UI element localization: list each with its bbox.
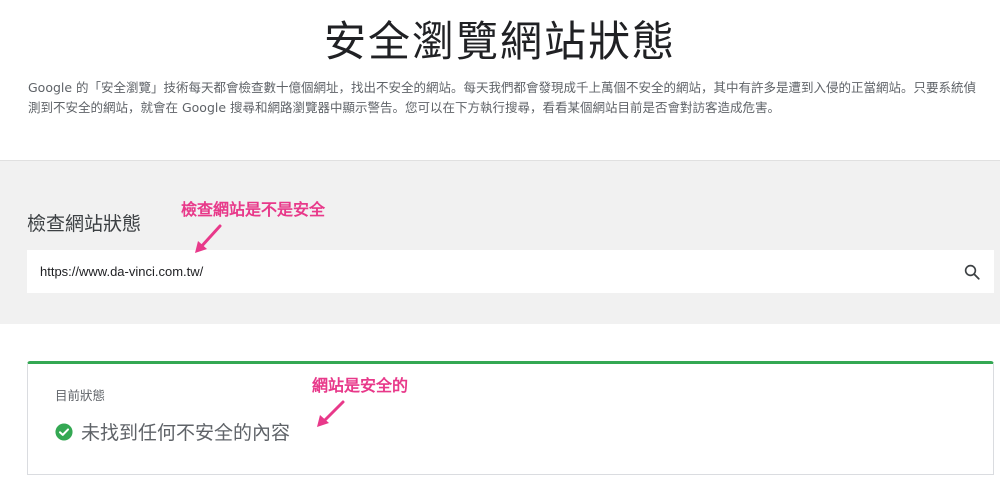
url-search-input[interactable] — [27, 250, 950, 293]
search-button[interactable] — [950, 250, 994, 293]
page-title: 安全瀏覽網站狀態 — [323, 17, 676, 66]
annotation-arrow-icon — [195, 224, 222, 253]
check-site-heading: 檢查網站狀態 — [27, 213, 142, 235]
status-label: 目前狀態 — [55, 388, 106, 403]
annotation-arrow-icon — [317, 400, 345, 427]
intro-text: Google 的「安全瀏覽」技術每天都會檢查數十億個網址，找出不安全的網站。每天… — [28, 80, 977, 115]
check-site-section: 檢查網站狀態 — [0, 160, 1000, 324]
status-result-row: 未找到任何不安全的內容 — [55, 418, 290, 445]
search-icon — [964, 264, 980, 280]
annotation-check-site: 檢查網站是不是安全 — [181, 200, 326, 219]
annotation-status-safe: 網站是安全的 — [312, 376, 409, 395]
status-result-text: 未找到任何不安全的內容 — [81, 422, 291, 444]
status-card: 目前狀態 未找到任何不安全的內容 — [27, 361, 994, 475]
search-box — [27, 250, 994, 293]
check-circle-icon — [55, 422, 73, 441]
